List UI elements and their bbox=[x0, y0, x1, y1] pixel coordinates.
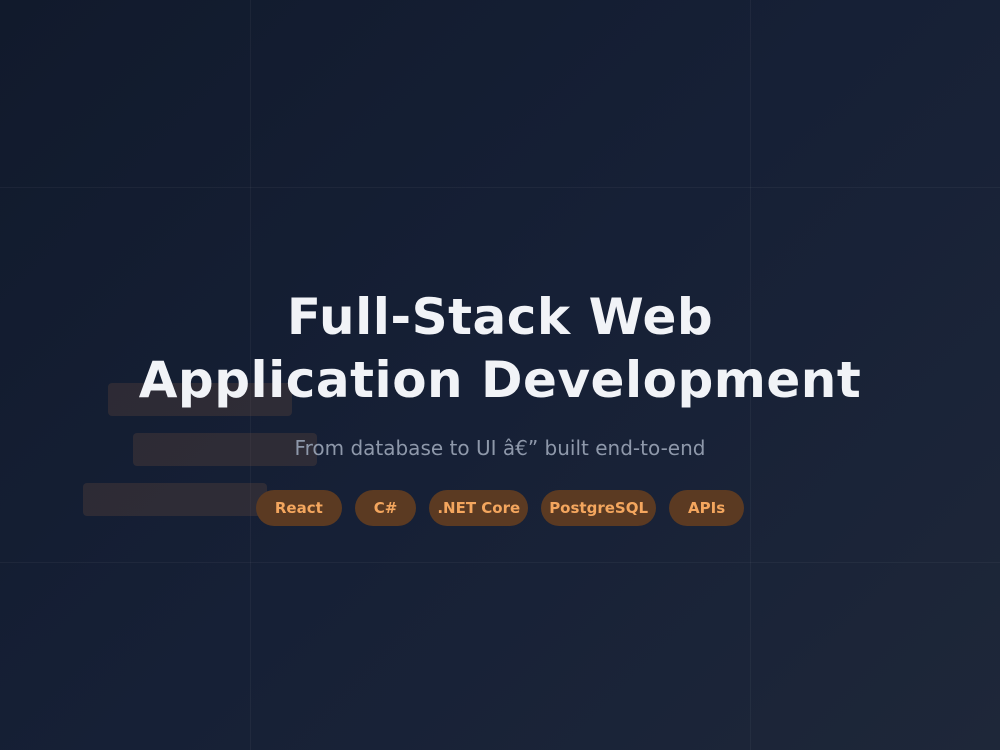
grid-line-horizontal bbox=[0, 562, 1000, 563]
tag-apis: APIs bbox=[669, 490, 745, 526]
hero-section: Full-Stack Web Application Development F… bbox=[0, 286, 1000, 526]
hero-title-line-1: Full-Stack Web bbox=[286, 288, 714, 346]
grid-line-horizontal bbox=[0, 187, 1000, 188]
hero-subtitle: From database to UI â€” built end-to-end bbox=[294, 436, 706, 460]
tag-csharp: C# bbox=[354, 490, 417, 526]
hero-title: Full-Stack Web Application Development bbox=[0, 286, 1000, 412]
tech-tag-list: React C# .NET Core PostgreSQL APIs bbox=[0, 490, 1000, 526]
hero-title-line-2: Application Development bbox=[138, 351, 862, 409]
tag-react: React bbox=[255, 490, 342, 526]
tag-dotnet-core: .NET Core bbox=[429, 490, 529, 526]
tag-postgresql: PostgreSQL bbox=[541, 490, 657, 526]
